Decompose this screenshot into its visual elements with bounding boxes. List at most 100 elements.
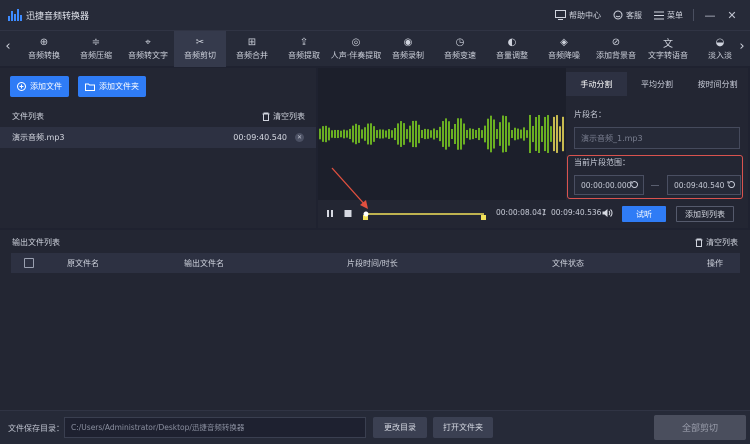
headset-icon <box>613 10 623 20</box>
volume-icon: ◐ <box>507 37 517 48</box>
tool-vocal-extract[interactable]: ◎ 人声·伴奏提取 <box>330 31 382 67</box>
tool-label: 音频提取 <box>288 51 320 60</box>
select-all-checkbox[interactable] <box>24 258 34 268</box>
current-time: 00:00:08.041 <box>496 208 547 217</box>
tool-label: 音频变速 <box>444 51 476 60</box>
preview-button[interactable]: 试听 <box>622 206 666 222</box>
trash-icon <box>262 112 270 121</box>
tool-convert[interactable]: ⊕ 音频转换 <box>18 31 70 67</box>
add-folder-button[interactable]: 添加文件夹 <box>78 76 146 97</box>
tool-audio-to-text[interactable]: ⌖ 音频转文字 <box>122 31 174 67</box>
tool-label: 音量调整 <box>496 51 528 60</box>
add-to-list-button[interactable]: 添加到列表 <box>676 206 734 222</box>
app-logo-icon <box>8 9 22 21</box>
denoise-icon: ◈ <box>560 37 568 48</box>
file-row[interactable]: 演示音频.mp3 00:09:40.540 ✕ <box>0 127 316 148</box>
fade-icon: ◒ <box>715 37 725 48</box>
tool-compress[interactable]: ≑ 音频压缩 <box>70 31 122 67</box>
annotation-arrow <box>331 167 368 209</box>
menu-button[interactable]: 菜单 <box>654 10 683 21</box>
tool-microphone[interactable]: ◉ 音频录制 <box>382 31 434 67</box>
col-segment-time: 片段时间/时长 <box>347 259 398 268</box>
trash-icon <box>695 238 703 247</box>
remove-file-icon[interactable]: ✕ <box>295 133 304 142</box>
tool-volume[interactable]: ◐ 音量调整 <box>486 31 538 67</box>
tab-average-split[interactable]: 平均分割 <box>627 72 688 96</box>
plus-circle-icon <box>17 82 26 91</box>
audio-to-text-icon: ⌖ <box>145 37 151 48</box>
col-output-name: 输出文件名 <box>184 259 224 268</box>
trim-end-handle[interactable] <box>481 215 486 220</box>
file-list-title: 文件列表 <box>12 111 44 121</box>
range-separator <box>651 185 659 186</box>
tool-denoise[interactable]: ◈ 音频降噪 <box>538 31 590 67</box>
current-range-label: 当前片段范围： <box>574 158 630 167</box>
minimize-button[interactable]: — <box>704 9 716 22</box>
total-time: 00:09:40.536 <box>551 208 602 217</box>
convert-icon: ⊕ <box>39 37 49 48</box>
microphone-icon: ◉ <box>403 37 413 48</box>
text-to-speech-icon: 文 <box>663 39 673 50</box>
tool-label: 音频压缩 <box>80 51 112 60</box>
tool-label: 音频转换 <box>28 51 60 60</box>
customer-service-button[interactable]: 客服 <box>613 10 642 21</box>
titlebar-divider <box>693 9 694 21</box>
segment-name-label: 片段名： <box>574 110 606 119</box>
clear-file-list-button[interactable]: 清空列表 <box>262 111 305 122</box>
tool-label: 音频降噪 <box>548 51 580 60</box>
split-mode-tabs: 手动分割 平均分割 按时间分割 <box>566 72 748 96</box>
add-file-button[interactable]: 添加文件 <box>10 76 69 97</box>
tab-time-split[interactable]: 按时间分割 <box>687 72 748 96</box>
background-music-icon: ⊘ <box>611 37 621 48</box>
toolbar-items: ⊕ 音频转换 ≑ 音频压缩 ⌖ 音频转文字 ✂ 音频剪切 ⊞ 音频合并 ⇪ 音频提取 ◎ 人声·伴奏提取 ◉… <box>18 31 734 67</box>
file-duration: 00:09:40.540 <box>233 133 287 142</box>
tool-label: 音频录制 <box>392 51 424 60</box>
close-button[interactable]: ✕ <box>726 9 738 22</box>
tool-background-music[interactable]: ⊘ 添加背景音 <box>590 31 642 67</box>
col-source-name: 原文件名 <box>67 259 99 268</box>
open-folder-button[interactable]: 打开文件夹 <box>433 417 493 438</box>
clear-output-list-button[interactable]: 清空列表 <box>695 237 738 248</box>
volume-icon[interactable] <box>602 208 613 218</box>
vocal-extract-icon: ◎ <box>351 37 361 48</box>
tool-scissors[interactable]: ✂ 音频剪切 <box>174 31 226 67</box>
tool-extract[interactable]: ⇪ 音频提取 <box>278 31 330 67</box>
range-start-input[interactable]: 00:00:00.000 <box>574 175 644 195</box>
tool-label: 淡入淡 <box>708 51 732 60</box>
extract-icon: ⇪ <box>299 37 309 48</box>
col-file-status: 文件状态 <box>552 259 584 268</box>
title-bar: 迅捷音频转换器 帮助中心 客服 菜单 — ✕ <box>0 0 750 30</box>
output-table-header: 原文件名 输出文件名 片段时间/时长 文件状态 操作 <box>11 253 740 273</box>
tool-label: 人声·伴奏提取 <box>330 51 382 60</box>
tool-merge[interactable]: ⊞ 音频合并 <box>226 31 278 67</box>
tool-label: 音频转文字 <box>128 51 168 60</box>
tool-label: 添加背景音 <box>596 51 636 60</box>
output-list-header: 输出文件列表 清空列表 <box>0 234 750 250</box>
reset-end-icon[interactable] <box>727 180 736 189</box>
hamburger-icon <box>654 11 664 19</box>
segment-name-input[interactable]: 演示音频_1.mp3 <box>574 127 740 149</box>
range-end-input[interactable]: 00:09:40.540 <box>667 175 741 195</box>
tool-label: 文字转语音 <box>648 51 688 60</box>
tool-fade[interactable]: ◒ 淡入淡 <box>694 31 734 67</box>
tool-speed[interactable]: ◷ 音频变速 <box>434 31 486 67</box>
reset-start-icon[interactable] <box>630 180 639 189</box>
file-name: 演示音频.mp3 <box>12 133 65 142</box>
change-dir-button[interactable]: 更改目录 <box>373 417 427 438</box>
output-list-title: 输出文件列表 <box>12 237 60 247</box>
toolbar-next-button[interactable]: › <box>737 39 747 54</box>
trim-track[interactable] <box>358 204 492 224</box>
save-dir-label: 文件保存目录： <box>8 424 64 433</box>
tab-manual-split[interactable]: 手动分割 <box>566 72 627 96</box>
cut-all-button[interactable]: 全部剪切 <box>654 415 746 440</box>
scissors-icon: ✂ <box>195 37 205 48</box>
time-separator: / <box>543 208 546 217</box>
compress-icon: ≑ <box>91 37 101 48</box>
col-actions: 操作 <box>707 259 723 268</box>
tool-text-to-speech[interactable]: 文文字转语音 <box>642 31 694 67</box>
merge-icon: ⊞ <box>247 37 257 48</box>
toolbar-prev-button[interactable]: ‹ <box>3 39 13 54</box>
save-path-field[interactable]: C:/Users/Administrator/Desktop/迅捷音频转换器 <box>64 417 366 438</box>
tool-label: 音频合并 <box>236 51 268 60</box>
help-center-button[interactable]: 帮助中心 <box>555 10 601 21</box>
